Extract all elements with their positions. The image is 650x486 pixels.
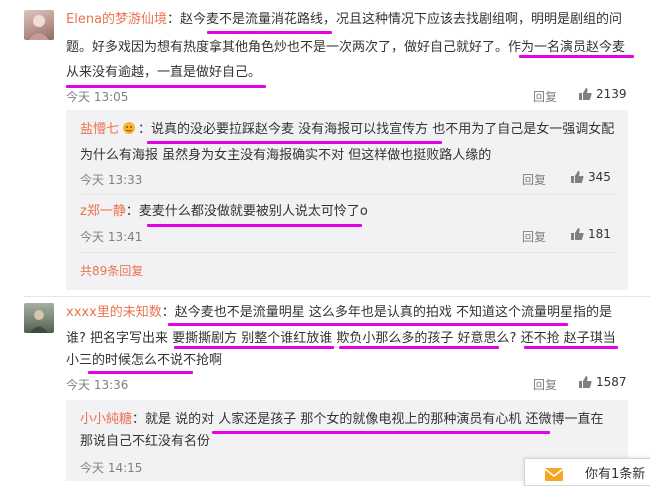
divider <box>80 194 615 195</box>
thumb-up-icon <box>571 171 584 183</box>
reply-button[interactable]: 回复 <box>522 171 546 188</box>
like-button[interactable]: 345 <box>570 170 611 184</box>
like-count: 2139 <box>596 87 627 101</box>
thumb-up-icon <box>579 88 592 100</box>
highlight-underline <box>339 346 499 349</box>
notification-text: 你有1条新 <box>585 467 646 482</box>
like-button[interactable]: 181 <box>570 227 611 241</box>
divider <box>80 252 615 253</box>
highlight-underline <box>147 224 362 227</box>
like-button[interactable]: 2139 <box>578 87 627 101</box>
mail-icon <box>545 468 563 481</box>
reply-time: 今天 13:41 <box>80 230 143 244</box>
user-photo-icon <box>30 310 48 333</box>
reply-text-line: 为什么有海报 虽然身为女主没有海报确实不对 但这样做也挺败路人缘的 <box>80 148 492 163</box>
highlight-underline <box>524 346 618 349</box>
comment-text-line: 小三的时候怎么不说不抢啊 <box>66 353 223 368</box>
more-replies-link[interactable]: 共89条回复 <box>80 262 143 279</box>
reply-text: 小小純糖：就是 说的对 人家还是孩子 那个女的就像电视上的那种演员有心机 还微博… <box>80 412 604 427</box>
highlight-underline <box>519 55 634 58</box>
thumb-up-icon <box>571 228 584 240</box>
comment-author[interactable]: Elena的梦游仙境 <box>66 12 167 27</box>
comment-time: 今天 13:05 <box>66 90 129 104</box>
highlight-underline <box>147 141 442 144</box>
highlight-underline <box>212 431 550 434</box>
user-photo-icon <box>29 15 49 40</box>
like-button[interactable]: 1587 <box>578 375 627 389</box>
comment-text-line: 从来没有逾越，一直是做好自己。 <box>66 65 262 80</box>
comment-text: Elena的梦游仙境：赵今麦不是流量消花路线，况且这种情况下应该去找剧组啊，明明… <box>66 12 623 27</box>
reply-button[interactable]: 回复 <box>533 88 557 105</box>
highlight-underline <box>168 323 568 326</box>
reply-button[interactable]: 回复 <box>533 376 557 393</box>
reply-text: 盐懵七 ：说真的没必要拉踩赵今麦 没有海报可以找宣传方 也不用为了自己是女一强调女… <box>80 121 615 137</box>
highlight-underline <box>174 346 334 349</box>
reply-text-line: 那说自己不红没有名份 <box>80 434 211 449</box>
comment-text: xxxx里的未知数：赵今麦也不是流量明星 这么多年也是认真的拍戏 不知道这个流量… <box>66 305 613 320</box>
reply-button[interactable]: 回复 <box>522 228 546 245</box>
like-count: 181 <box>588 227 611 241</box>
reply-text: z郑一静：麦麦什么都没做就要被别人说太可怜了o <box>80 204 368 219</box>
like-count: 1587 <box>596 375 627 389</box>
avatar[interactable] <box>24 10 54 40</box>
highlight-underline <box>88 371 193 374</box>
avatar[interactable] <box>24 303 54 333</box>
like-count: 345 <box>588 170 611 184</box>
reply-time: 今天 14:15 <box>80 461 143 475</box>
comment-divider <box>24 296 650 297</box>
emoji-icon <box>122 121 138 135</box>
reply-time: 今天 13:33 <box>80 173 143 187</box>
reply-author[interactable]: 盐懵七 <box>80 122 119 137</box>
reply-author[interactable]: 小小純糖 <box>80 412 132 427</box>
comment-time: 今天 13:36 <box>66 378 129 392</box>
thumb-up-icon <box>579 376 592 388</box>
comment-author[interactable]: xxxx里的未知数 <box>66 305 162 320</box>
notification-popup[interactable]: 你有1条新 <box>524 458 650 486</box>
reply-author[interactable]: z郑一静 <box>80 204 126 219</box>
highlight-underline <box>207 31 332 34</box>
